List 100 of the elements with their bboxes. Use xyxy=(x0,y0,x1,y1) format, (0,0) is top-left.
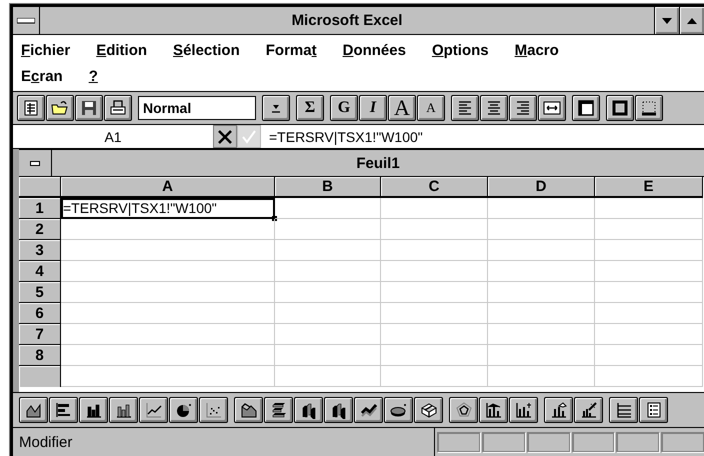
pie3d-button[interactable] xyxy=(384,397,413,423)
bottom-button[interactable] xyxy=(635,95,663,121)
across-button[interactable] xyxy=(538,95,566,121)
gridlines-button[interactable] xyxy=(609,397,638,423)
style-field[interactable]: Normal xyxy=(138,96,256,120)
table-cell[interactable] xyxy=(595,198,703,219)
line-button[interactable] xyxy=(139,397,168,423)
frame-button[interactable] xyxy=(572,95,600,121)
row-header[interactable]: 5 xyxy=(19,282,61,303)
table-cell[interactable] xyxy=(488,345,595,366)
table-cell[interactable] xyxy=(275,219,381,240)
table-cell[interactable] xyxy=(275,366,381,387)
radar-button[interactable] xyxy=(449,397,478,423)
row-header[interactable] xyxy=(19,366,61,387)
menu-item[interactable]: Sélection xyxy=(173,42,240,58)
table-cell[interactable] xyxy=(595,324,703,345)
table-cell[interactable] xyxy=(61,240,275,261)
table-cell[interactable] xyxy=(595,303,703,324)
table-cell[interactable] xyxy=(61,345,275,366)
area3d-button[interactable] xyxy=(234,397,263,423)
row-header[interactable]: 4 xyxy=(19,261,61,282)
table-cell[interactable] xyxy=(275,282,381,303)
selected-cell[interactable]: =TERSRV|TSX1!"W100" xyxy=(61,198,275,219)
table-cell[interactable] xyxy=(381,261,488,282)
cancel-button[interactable] xyxy=(213,125,237,148)
table-cell[interactable] xyxy=(275,240,381,261)
dropdown-button[interactable] xyxy=(262,95,290,121)
combo-button[interactable] xyxy=(479,397,508,423)
column-header[interactable]: A xyxy=(61,177,275,198)
table-cell[interactable] xyxy=(61,303,275,324)
persp3d-button[interactable] xyxy=(324,397,353,423)
table-cell[interactable] xyxy=(488,366,595,387)
increase-font-button[interactable]: A xyxy=(388,95,416,121)
menu-item[interactable]: ? xyxy=(88,68,98,84)
menu-item[interactable]: Edition xyxy=(96,42,148,58)
minimize-button[interactable] xyxy=(654,7,679,34)
print-button[interactable] xyxy=(104,95,132,121)
column3d-button[interactable] xyxy=(294,397,323,423)
table-cell[interactable] xyxy=(488,240,595,261)
right-button[interactable] xyxy=(509,95,537,121)
table-cell[interactable] xyxy=(61,282,275,303)
bold-button[interactable]: G xyxy=(330,95,358,121)
table-cell[interactable] xyxy=(488,324,595,345)
surface3d-button[interactable] xyxy=(414,397,443,423)
table-cell[interactable] xyxy=(61,324,275,345)
bar3d-button[interactable] xyxy=(264,397,293,423)
legend-button[interactable] xyxy=(639,397,668,423)
column-header[interactable]: E xyxy=(595,177,703,198)
table-cell[interactable] xyxy=(381,366,488,387)
column-header[interactable]: B xyxy=(275,177,381,198)
table-cell[interactable] xyxy=(595,261,703,282)
row-header[interactable]: 6 xyxy=(19,303,61,324)
menu-item[interactable]: Format xyxy=(266,42,317,58)
table-cell[interactable] xyxy=(595,219,703,240)
menu-item[interactable]: Ecran xyxy=(21,68,63,84)
italic-button[interactable]: I xyxy=(359,95,387,121)
table-cell[interactable] xyxy=(381,303,488,324)
left-button[interactable] xyxy=(451,95,479,121)
table-cell[interactable] xyxy=(595,366,703,387)
save-button[interactable] xyxy=(75,95,103,121)
row-header[interactable]: 8 xyxy=(19,345,61,366)
table-cell[interactable] xyxy=(381,198,488,219)
sum-button[interactable]: Σ xyxy=(296,95,324,121)
table-cell[interactable] xyxy=(381,240,488,261)
table-cell[interactable] xyxy=(275,261,381,282)
menu-item[interactable]: Options xyxy=(432,42,489,58)
table-cell[interactable] xyxy=(275,303,381,324)
table-cell[interactable] xyxy=(61,366,275,387)
outline-button[interactable] xyxy=(606,95,634,121)
bar-button[interactable] xyxy=(49,397,78,423)
open-button[interactable] xyxy=(46,95,74,121)
row-header[interactable]: 7 xyxy=(19,324,61,345)
table-cell[interactable] xyxy=(595,282,703,303)
table-cell[interactable] xyxy=(275,198,381,219)
new-button[interactable] xyxy=(17,95,45,121)
pie-button[interactable] xyxy=(169,397,198,423)
table-cell[interactable] xyxy=(488,282,595,303)
row-header[interactable]: 2 xyxy=(19,219,61,240)
menu-item[interactable]: Données xyxy=(342,42,406,58)
column-header[interactable]: C xyxy=(381,177,488,198)
row-header[interactable]: 3 xyxy=(19,240,61,261)
table-cell[interactable] xyxy=(61,219,275,240)
table-cell[interactable] xyxy=(595,240,703,261)
table-cell[interactable] xyxy=(61,261,275,282)
combo2-button[interactable] xyxy=(509,397,538,423)
scatter-button[interactable] xyxy=(199,397,228,423)
table-cell[interactable] xyxy=(381,219,488,240)
column-button[interactable] xyxy=(79,397,108,423)
table-cell[interactable] xyxy=(381,345,488,366)
column-header[interactable]: D xyxy=(488,177,595,198)
select-all-button[interactable] xyxy=(19,177,61,198)
area-button[interactable] xyxy=(19,397,48,423)
maximize-button[interactable] xyxy=(679,7,704,34)
row-header[interactable]: 1 xyxy=(19,198,61,219)
stacked-column-button[interactable] xyxy=(109,397,138,423)
menu-item[interactable]: Macro xyxy=(514,42,559,58)
decrease-font-button[interactable]: A xyxy=(417,95,445,121)
table-cell[interactable] xyxy=(595,345,703,366)
center-button[interactable] xyxy=(480,95,508,121)
menu-item[interactable]: Fichier xyxy=(21,42,70,58)
